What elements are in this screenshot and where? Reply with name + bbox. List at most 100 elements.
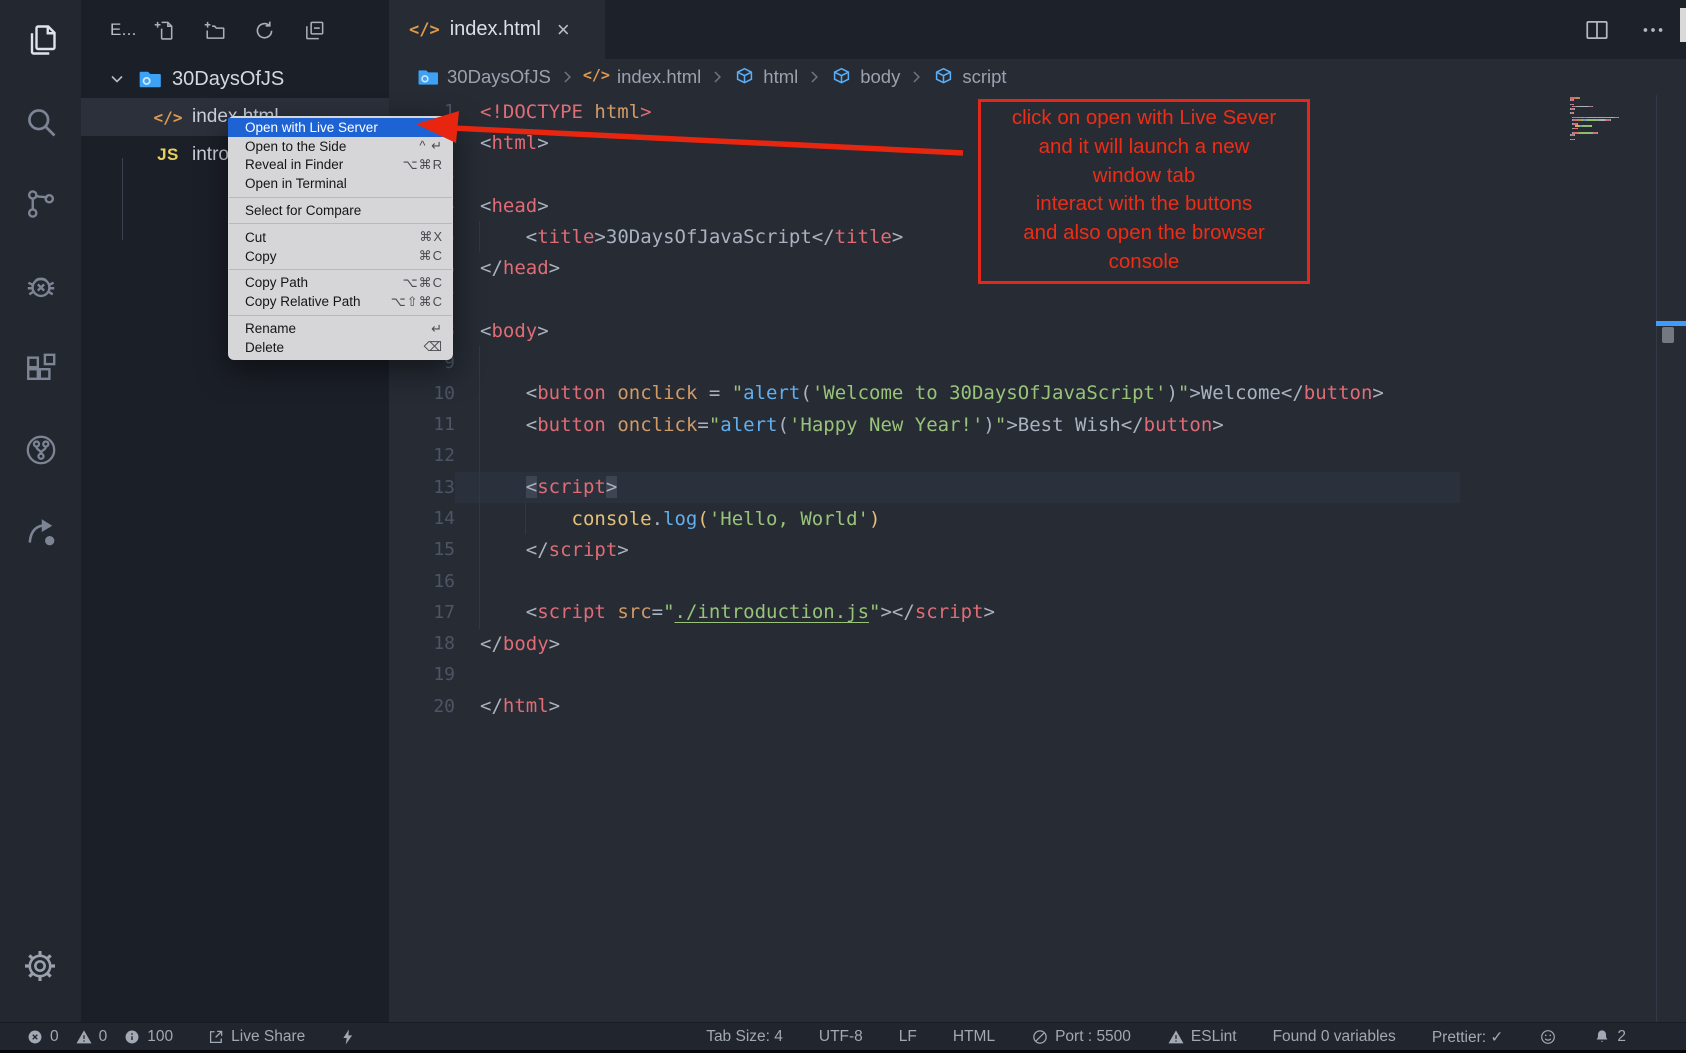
annotation-line: click on open with Live Sever — [981, 104, 1307, 133]
explorer-icon[interactable] — [23, 22, 59, 58]
menu-item-shortcut: ⌥⌘R — [403, 157, 443, 173]
chevron-down-icon[interactable] — [107, 69, 127, 89]
menu-item-copy[interactable]: Copy⌘C — [228, 247, 453, 266]
eslint-indicator[interactable]: ESLint — [1167, 1028, 1237, 1046]
breadcrumb-item-body[interactable]: body — [830, 66, 900, 89]
menu-item-copy-path[interactable]: Copy Path⌥⌘C — [228, 274, 453, 293]
code-line-8[interactable]: 8<body> — [389, 315, 1686, 346]
variables-indicator[interactable]: Found 0 variables — [1273, 1028, 1396, 1046]
code-line-9[interactable]: 9 — [389, 346, 1686, 377]
code-line-10[interactable]: 10 <button onclick = "alert('Welcome to … — [389, 378, 1686, 409]
run-debug-icon[interactable] — [23, 268, 59, 304]
live-share-button[interactable]: Live Share — [207, 1028, 305, 1046]
menu-item-shortcut: ^ ↵ — [419, 138, 443, 154]
breadcrumb-item-script[interactable]: script — [932, 66, 1006, 89]
code-line-18[interactable]: 18</body> — [389, 628, 1686, 659]
line-number: 17 — [389, 602, 455, 623]
split-editor-icon[interactable] — [1584, 17, 1610, 43]
breadcrumb: 30DaysOfJS </>index.html html body script — [389, 59, 1686, 95]
scrollbar-thumb[interactable] — [1662, 327, 1674, 343]
line-content: </head> — [480, 257, 560, 279]
live-share-icon[interactable] — [23, 514, 59, 550]
menu-item-label: Open with Live Server — [245, 120, 378, 135]
chevron-right-icon — [707, 67, 727, 87]
status-text: LF — [899, 1028, 917, 1046]
close-icon[interactable]: × — [557, 19, 570, 41]
status-text: Tab Size: 4 — [706, 1028, 783, 1046]
chevron-right-icon — [804, 67, 824, 87]
error-icon — [26, 1028, 44, 1046]
line-number: 20 — [389, 696, 455, 717]
menu-item-open-with-live-server[interactable]: Open with Live Server — [228, 118, 453, 137]
settings-gear-icon[interactable] — [22, 948, 58, 984]
breadcrumb-item-30DaysOfJS[interactable]: 30DaysOfJS — [417, 66, 551, 89]
cube-icon — [932, 66, 955, 89]
notifications-bell[interactable]: 2 — [1593, 1028, 1626, 1046]
breadcrumb-label: 30DaysOfJS — [447, 66, 551, 88]
menu-item-shortcut: ⌘X — [419, 229, 443, 245]
port-indicator[interactable]: Port : 5500 — [1031, 1028, 1131, 1046]
info-count[interactable]: 100 — [123, 1028, 173, 1046]
minimap[interactable] — [1570, 97, 1658, 141]
search-icon[interactable] — [23, 104, 59, 140]
breadcrumb-item-index.html[interactable]: </>index.html — [583, 66, 701, 89]
menu-item-label: Select for Compare — [245, 203, 361, 218]
gitlens-icon[interactable] — [23, 432, 59, 468]
code-line-14[interactable]: 14 console.log('Hello, World') — [389, 503, 1686, 534]
status-text: 100 — [147, 1028, 173, 1046]
code-line-12[interactable]: 12 — [389, 440, 1686, 471]
menu-item-shortcut: ↵ — [431, 321, 443, 337]
menu-item-delete[interactable]: Delete⌫ — [228, 338, 453, 357]
code-line-7[interactable]: 7 — [389, 284, 1686, 315]
menu-separator — [229, 315, 452, 316]
scroll-decoration — [1680, 8, 1686, 42]
language-mode[interactable]: HTML — [953, 1028, 995, 1046]
encoding-indicator[interactable]: UTF-8 — [819, 1028, 863, 1046]
code-line-20[interactable]: 20</html> — [389, 691, 1686, 722]
new-folder-icon[interactable] — [203, 19, 226, 42]
warnings-count[interactable]: 0 — [75, 1028, 108, 1046]
new-file-icon[interactable] — [153, 19, 176, 42]
chevron-right-icon — [557, 67, 577, 87]
code-line-16[interactable]: 16 — [389, 565, 1686, 596]
menu-item-reveal-in-finder[interactable]: Reveal in Finder⌥⌘R — [228, 156, 453, 175]
bolt-button[interactable] — [339, 1028, 357, 1046]
menu-item-open-to-the-side[interactable]: Open to the Side^ ↵ — [228, 137, 453, 156]
minimap-line — [1570, 139, 1658, 141]
menu-item-shortcut: ⌫ — [424, 339, 443, 355]
explorer-header: E... — [81, 0, 389, 60]
extensions-icon[interactable] — [23, 350, 59, 386]
collapse-folders-icon[interactable] — [303, 19, 326, 42]
menu-item-open-in-terminal[interactable]: Open in Terminal — [228, 174, 453, 193]
slashcircle-icon — [1031, 1028, 1049, 1046]
line-content: <head> — [480, 195, 549, 217]
eol-indicator[interactable]: LF — [899, 1028, 917, 1046]
tree-root-folder[interactable]: 30DaysOfJS — [81, 60, 389, 98]
line-content: console.log('Hello, World') — [480, 508, 880, 530]
menu-item-label: Rename — [245, 321, 296, 336]
menu-item-copy-relative-path[interactable]: Copy Relative Path⌥⇧⌘C — [228, 292, 453, 311]
line-content: <script src="./introduction.js"></script… — [480, 601, 995, 623]
breadcrumb-item-html[interactable]: html — [733, 66, 798, 89]
line-number: 14 — [389, 508, 455, 529]
menu-item-shortcut: ⌥⌘C — [403, 275, 443, 291]
code-line-19[interactable]: 19 — [389, 659, 1686, 690]
refresh-explorer-icon[interactable] — [253, 19, 276, 42]
code-line-15[interactable]: 15 </script> — [389, 534, 1686, 565]
code-line-11[interactable]: 11 <button onclick="alert('Happy New Yea… — [389, 409, 1686, 440]
code-line-13[interactable]: 13 <script> — [389, 472, 1686, 503]
menu-item-select-for-compare[interactable]: Select for Compare — [228, 201, 453, 220]
menu-item-cut[interactable]: Cut⌘X — [228, 228, 453, 247]
breadcrumb-label: html — [763, 66, 798, 88]
code-line-17[interactable]: 17 <script src="./introduction.js"></scr… — [389, 597, 1686, 628]
breadcrumb-label: index.html — [617, 66, 701, 88]
tab-size-indicator[interactable]: Tab Size: 4 — [706, 1028, 783, 1046]
prettier-indicator[interactable]: Prettier: ✓ — [1432, 1028, 1504, 1047]
feedback-smiley[interactable] — [1539, 1028, 1557, 1046]
errors-count[interactable]: 0 — [26, 1028, 59, 1046]
source-control-icon[interactable] — [23, 186, 59, 222]
more-actions-icon[interactable] — [1640, 17, 1666, 43]
tab-index-html[interactable]: </> index.html × — [389, 0, 605, 59]
menu-item-rename[interactable]: Rename ↵ — [228, 319, 453, 338]
html-file-icon: </> — [151, 108, 185, 127]
